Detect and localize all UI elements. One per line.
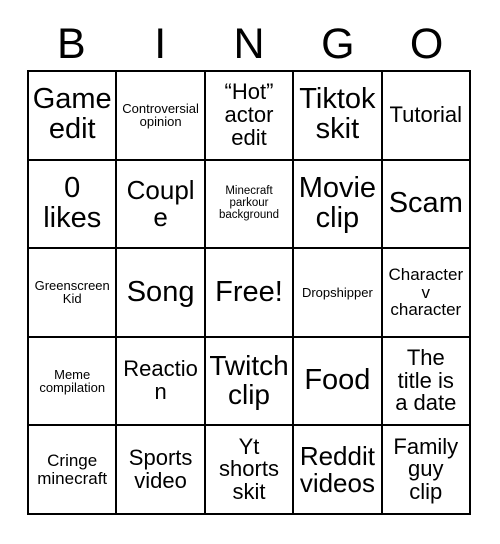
- bingo-cell-label: Song: [126, 275, 195, 308]
- bingo-cell[interactable]: Game edit: [29, 72, 118, 161]
- header-letter-n: N: [233, 19, 265, 68]
- bingo-cell[interactable]: Family guy clip: [382, 426, 471, 515]
- bingo-cell-label: Tiktok skit: [299, 83, 376, 146]
- bingo-header-row: B I N G O: [27, 18, 471, 70]
- bingo-cell-label: Family guy clip: [393, 433, 459, 505]
- bingo-cell-label: Character v character: [388, 265, 464, 320]
- bingo-cell[interactable]: 0 likes: [29, 160, 118, 250]
- header-letter-b: B: [57, 19, 86, 68]
- bingo-cell[interactable]: Dropshipper: [294, 249, 383, 338]
- header-letter-i: I: [154, 19, 167, 68]
- bingo-cell[interactable]: Controversial opinion: [117, 72, 206, 161]
- bingo-cell[interactable]: Sports video: [117, 426, 206, 515]
- bingo-cell-label: Reaction: [123, 356, 198, 405]
- bingo-cell-label: Tutorial: [389, 101, 463, 127]
- bingo-cell-label: Meme compilation: [39, 366, 106, 396]
- bingo-cell-label: The title is a date: [395, 345, 457, 416]
- bingo-cell[interactable]: Scam: [382, 160, 471, 250]
- bingo-cell[interactable]: Movie clip: [294, 160, 383, 250]
- bingo-cell[interactable]: Twitch clip: [205, 337, 295, 427]
- bingo-card: B I N G O Game edit Controversial opinion…: [0, 0, 500, 544]
- bingo-cell-label: Dropshipper: [301, 284, 373, 300]
- bingo-cell-label: Free!: [215, 275, 283, 308]
- bingo-cell[interactable]: Greenscreen Kid: [29, 249, 118, 338]
- bingo-cell-label: Twitch clip: [209, 350, 289, 411]
- bingo-cell-label: “Hot” actor edit: [224, 79, 274, 150]
- bingo-cell[interactable]: Cringe minecraft: [29, 426, 118, 515]
- header-letter-g: G: [321, 19, 355, 68]
- bingo-cell[interactable]: Tutorial: [382, 72, 471, 161]
- bingo-cell-label: Greenscreen Kid: [34, 278, 110, 307]
- bingo-cell-free[interactable]: Free!: [205, 249, 295, 338]
- bingo-cell-label: Cringe minecraft: [37, 451, 108, 488]
- bingo-grid: Game edit Controversial opinion “Hot” acto…: [27, 70, 471, 515]
- bingo-cell-label: 0 likes: [43, 172, 102, 234]
- bingo-cell-label: Movie clip: [298, 172, 377, 234]
- bingo-cell[interactable]: “Hot” actor edit: [205, 72, 295, 161]
- bingo-cell[interactable]: Meme compilation: [29, 337, 118, 427]
- bingo-cell[interactable]: The title is a date: [382, 337, 471, 427]
- bingo-cell-label: Reddit videos: [299, 440, 375, 498]
- bingo-cell[interactable]: Reddit videos: [294, 426, 383, 515]
- bingo-cell[interactable]: Tiktok skit: [294, 72, 383, 161]
- bingo-cell[interactable]: Couple: [117, 160, 206, 250]
- bingo-cell-label: Game edit: [32, 83, 112, 146]
- bingo-cell[interactable]: Reaction: [117, 337, 206, 427]
- bingo-cell-label: Food: [304, 364, 371, 397]
- bingo-cell-label: Yt shorts skit: [219, 433, 279, 505]
- bingo-cell-label: Scam: [388, 186, 463, 219]
- bingo-cell-label: Couple: [126, 175, 195, 232]
- bingo-cell-label: Controversial opinion: [122, 100, 199, 130]
- bingo-cell[interactable]: Minecraft parkour background: [205, 160, 295, 250]
- bingo-cell-label: Minecraft parkour background: [218, 185, 280, 221]
- bingo-cell-label: Sports video: [128, 445, 193, 493]
- bingo-cell[interactable]: Food: [294, 337, 383, 427]
- bingo-cell[interactable]: Song: [117, 249, 206, 338]
- bingo-cell[interactable]: Yt shorts skit: [205, 426, 295, 515]
- header-letter-o: O: [409, 19, 444, 68]
- bingo-cell[interactable]: Character v character: [382, 249, 471, 338]
